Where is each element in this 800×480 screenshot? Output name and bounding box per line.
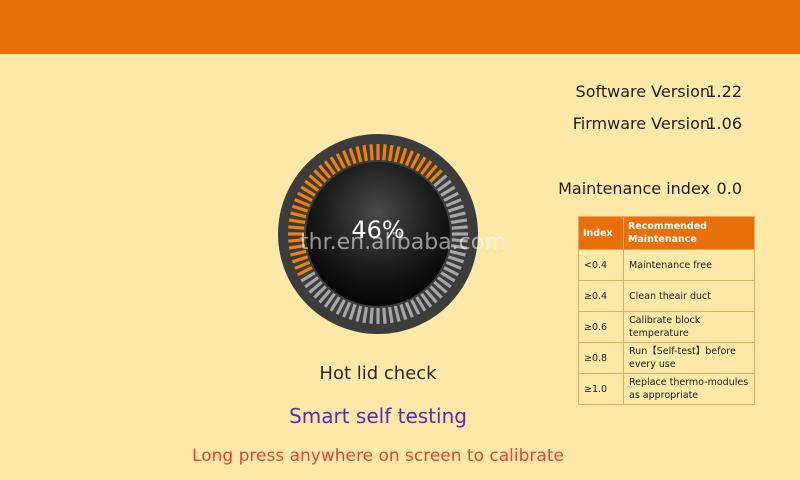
hot-lid-check-label: Hot lid check [319,363,437,384]
table-cell-index: ≥1.0 [578,373,624,405]
gauge-tick-inactive [382,307,387,324]
software-version-value: 1.22 [706,82,742,101]
calibrate-hint[interactable]: Long press anywhere on screen to calibra… [118,446,638,466]
gauge-tick-active [369,144,374,161]
table-cell-maintenance: Replace thermo-modules as appropriate [623,373,755,405]
header-bar [0,0,800,54]
table-row: ≥0.8 Run【Self-test】before every use [578,342,755,374]
table-cell-maintenance: Run【Self-test】before every use [623,342,755,374]
table-header-maintenance: Recommended Maintenance [623,216,755,250]
watermark: thr.en.alibaba.com [300,230,506,255]
maintenance-index-row: Maintenance index 0.0 [520,179,760,203]
smart-self-testing-label: Smart self testing [289,404,467,428]
gauge-tick-inactive [369,307,374,324]
table-row: ≥1.0 Replace thermo-modules as appropria… [578,373,755,405]
table-row: <0.4 Maintenance free [578,249,755,281]
maintenance-index-value: 0.0 [716,179,742,198]
maintenance-index-label: Maintenance index [558,179,710,198]
table-cell-maintenance: Calibrate block temperature [623,311,755,343]
gauge-tick-active [382,144,387,161]
table-row: ≥0.6 Calibrate block temperature [578,311,755,343]
firmware-version-label: Firmware Version [572,114,710,133]
table-cell-index: <0.4 [578,249,624,281]
table-cell-index: ≥0.8 [578,342,624,374]
table-cell-index: ≥0.6 [578,311,624,343]
maintenance-table: Index Recommended Maintenance <0.4 Maint… [578,216,755,405]
table-header-row: Index Recommended Maintenance [578,216,755,250]
table-cell-index: ≥0.4 [578,280,624,312]
table-header-index: Index [578,216,624,250]
table-cell-maintenance: Maintenance free [623,249,755,281]
software-version-label: Software Version [575,82,710,101]
software-version-row: Software Version 1.22 [520,82,760,106]
firmware-version-row: Firmware Version 1.06 [520,114,760,138]
firmware-version-value: 1.06 [706,114,742,133]
table-row: ≥0.4 Clean theair duct [578,280,755,312]
table-cell-maintenance: Clean theair duct [623,280,755,312]
